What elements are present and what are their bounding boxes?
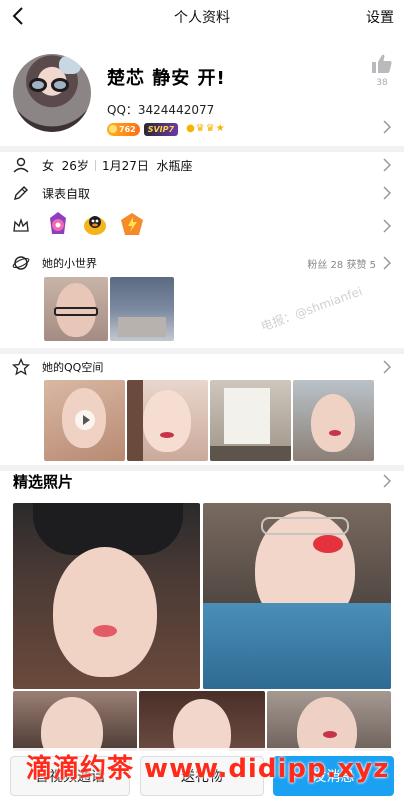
- honors-row[interactable]: [0, 208, 404, 244]
- play-icon: [75, 410, 95, 430]
- birthday: 1月27日: [101, 159, 149, 173]
- photo-detail: [210, 446, 291, 461]
- profile-card[interactable]: 楚芯 静安 开! QQ：3424442077 762 SVIP7 ● ♛ ♛ ★…: [0, 34, 404, 146]
- signature-row[interactable]: 课表自取: [0, 178, 404, 208]
- gender: 女: [42, 159, 55, 173]
- overlay-watermark: 滴滴约茶 www.didipp.xyz: [26, 754, 390, 784]
- photo-detail: [93, 625, 117, 637]
- vip-badge[interactable]: SVIP7: [143, 122, 179, 136]
- crown-icon: [109, 125, 117, 133]
- chevron-right-icon[interactable]: [383, 120, 391, 134]
- photo-detail: [311, 394, 355, 452]
- small-world-title: 她的小世界: [42, 257, 97, 270]
- featured-photo[interactable]: [139, 691, 265, 751]
- qzone-header[interactable]: 她的QQ空间: [0, 354, 404, 380]
- chevron-right-icon: [383, 158, 391, 172]
- crown-icon: ♛: [195, 123, 205, 134]
- divider: [94, 160, 96, 171]
- photo-detail: [203, 603, 391, 689]
- chevron-right-icon: [383, 219, 391, 233]
- photo-detail: [53, 547, 157, 677]
- photo-detail: [313, 535, 343, 553]
- basic-info-row[interactable]: 女 26岁 1月27日 水瓶座: [0, 150, 404, 180]
- chevron-right-icon[interactable]: [383, 474, 391, 488]
- photo-detail: [41, 697, 103, 751]
- photo-detail: [54, 307, 98, 316]
- thumbs-up-icon: [372, 54, 392, 73]
- featured-photo[interactable]: [267, 691, 391, 751]
- nickname: 楚芯 静安 开!: [107, 68, 226, 89]
- crown-icon: ♛: [205, 123, 215, 134]
- photo-detail: [323, 731, 337, 738]
- qzone-title: 她的QQ空间: [42, 361, 104, 374]
- photo-detail: [173, 699, 231, 751]
- zodiac: 水瓶座: [156, 159, 193, 173]
- chevron-right-icon: [383, 360, 391, 374]
- qzone-thumbnail[interactable]: [210, 380, 291, 461]
- star-outline-icon: [11, 357, 31, 376]
- avatar-detail: [59, 56, 81, 74]
- avatar[interactable]: [13, 54, 91, 132]
- photo-detail: [118, 317, 166, 337]
- top-bar: 个人资料 设置: [0, 0, 404, 34]
- qq-number: QQ：3424442077: [107, 103, 215, 117]
- small-world-thumbnail[interactable]: [110, 277, 174, 341]
- photo-detail: [160, 432, 174, 438]
- basic-info-text: 女 26岁 1月27日 水瓶座: [42, 157, 193, 174]
- qzone-thumbnail[interactable]: [293, 380, 374, 461]
- photo-detail: [224, 388, 270, 444]
- level-badge-text: 762: [119, 124, 136, 134]
- level-badge[interactable]: 762: [107, 122, 140, 136]
- person-icon: [12, 156, 30, 174]
- small-world-header[interactable]: 她的小世界 粉丝 28 获赞 5: [0, 250, 404, 276]
- faint-watermark: 电报：@shmianfei: [258, 284, 365, 334]
- age: 26岁: [61, 159, 89, 173]
- qq-level-stars[interactable]: ● ♛ ♛ ★: [186, 123, 225, 135]
- like-count: 38: [376, 78, 388, 88]
- featured-photo[interactable]: [203, 503, 391, 689]
- qzone-thumbnail[interactable]: [127, 380, 208, 461]
- avatar-detail: [51, 78, 69, 92]
- chevron-right-icon: [383, 256, 391, 270]
- featured-photo[interactable]: [13, 503, 200, 689]
- featured-photos-title: 精选照片: [13, 473, 74, 491]
- avatar-detail: [29, 78, 47, 92]
- page-title: 个人资料: [174, 10, 230, 26]
- like-button[interactable]: 38: [370, 54, 394, 88]
- signature-text: 课表自取: [42, 187, 91, 201]
- qzone-thumbnail[interactable]: [44, 380, 125, 461]
- photo-detail: [297, 697, 357, 751]
- sun-icon: ●: [186, 123, 195, 134]
- planet-icon: [12, 254, 30, 272]
- honor-badge-icon: [118, 210, 146, 238]
- photo-detail: [261, 517, 349, 535]
- settings-button[interactable]: 设置: [366, 7, 394, 27]
- crown-icon: [12, 217, 30, 235]
- photo-detail: [127, 380, 143, 461]
- small-world-stats: 粉丝 28 获赞 5: [307, 260, 376, 271]
- featured-photo[interactable]: [13, 691, 137, 751]
- photo-detail: [143, 390, 191, 452]
- honor-badges: [44, 210, 146, 238]
- chevron-right-icon: [383, 186, 391, 200]
- star-icon: ★: [215, 123, 225, 134]
- small-world-thumbnail[interactable]: [44, 277, 108, 341]
- honor-badge-icon: [44, 210, 72, 238]
- photo-detail: [329, 430, 341, 436]
- honor-badge-icon: [81, 210, 109, 238]
- pencil-icon: [12, 184, 30, 202]
- badge-strip[interactable]: 762 SVIP7 ● ♛ ♛ ★: [107, 122, 225, 136]
